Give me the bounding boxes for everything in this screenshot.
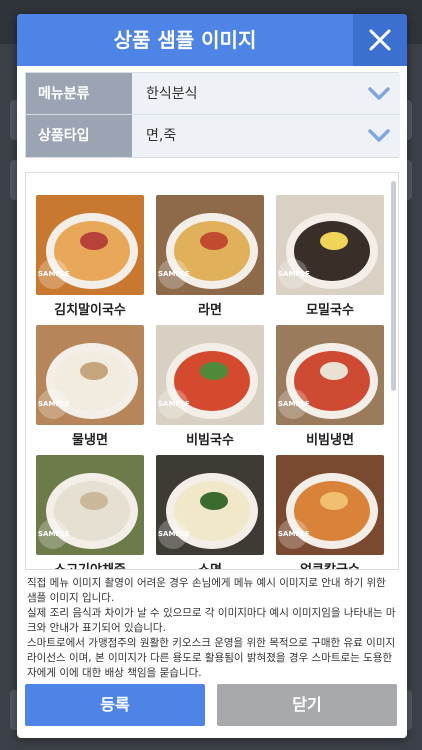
product-type-row: 상품타입 면,죽 [26,115,400,157]
sample-thumbnail: SAMPLE [36,195,144,295]
sample-thumbnail: SAMPLE [276,325,384,425]
modal-header: 상품 샘플 이미지 [17,14,407,66]
close-icon [369,29,391,51]
sample-name: 모밀국수 [306,303,354,318]
sample-thumbnail: SAMPLE [156,455,264,555]
sample-name: 소면 [156,559,264,569]
sample-thumbnail: SAMPLE [276,455,384,555]
sample-name: 비빔냉면 [306,433,354,448]
sample-name: 김치말이국수 [54,303,126,318]
sample-image-modal: 상품 샘플 이미지 메뉴분류 한식분식 상품타입 면,죽 SAMPLE 김치말이… [17,14,407,738]
sample-badge: SAMPLE [158,389,190,419]
menu-category-select[interactable]: 한식분식 [132,73,400,114]
chevron-down-icon [368,87,390,100]
sample-name: 얼큰칼국수 [276,559,384,569]
menu-category-label: 메뉴분류 [26,73,132,114]
sample-badge: SAMPLE [278,519,310,549]
sample-thumbnail: SAMPLE [276,195,384,295]
product-type-select[interactable]: 면,죽 [132,115,400,157]
notice-line: 실제 조리 음식과 차이가 날 수 있으므로 각 이미지마다 예시 이미지임을 … [27,607,396,634]
sample-name: 라면 [198,303,222,318]
sample-thumbnail: SAMPLE [36,455,144,555]
sample-badge: SAMPLE [278,259,310,289]
sample-name: 물냉면 [72,433,108,448]
sample-thumbnail: SAMPLE [156,195,264,295]
sample-badge: SAMPLE [158,259,190,289]
register-button[interactable]: 등록 [25,684,205,726]
sample-image-grid[interactable]: SAMPLE 김치말이국수 SAMPLE 라면 SAMPLE 모밀국수 SAMPLE 물냉면 S… [25,172,399,570]
product-type-value: 면,죽 [146,128,177,144]
notice-text: 직접 메뉴 이미지 촬영이 어려운 경우 손님에게 메뉴 예시 이미지로 안내 … [27,576,397,679]
close-button[interactable]: 닫기 [217,684,397,726]
sample-thumbnail: SAMPLE [156,325,264,425]
sample-thumbnail: SAMPLE [36,325,144,425]
sample-badge: SAMPLE [158,519,190,549]
sample-badge: SAMPLE [38,259,70,289]
modal-title: 상품 샘플 이미지 [113,28,257,52]
sample-badge: SAMPLE [278,389,310,419]
menu-category-row: 메뉴분류 한식분식 [26,73,400,115]
product-type-label: 상품타입 [26,115,132,157]
sample-badge: SAMPLE [38,389,70,419]
sample-name: 비빔국수 [186,433,234,448]
notice-line: 직접 메뉴 이미지 촬영이 어려운 경우 손님에게 메뉴 예시 이미지로 안내 … [27,577,386,604]
chevron-down-icon [368,129,390,142]
sample-badge: SAMPLE [38,519,70,549]
scrollbar[interactable] [391,181,396,391]
notice-line: 스마트로에서 가맹점주의 원활한 키오스크 운영을 위한 목적으로 구매한 유료… [27,637,396,679]
filter-form: 메뉴분류 한식분식 상품타입 면,죽 [25,72,400,158]
menu-category-value: 한식분식 [146,86,198,102]
sample-name: 소고기야채죽 [36,559,144,569]
modal-close-button[interactable] [353,14,407,66]
